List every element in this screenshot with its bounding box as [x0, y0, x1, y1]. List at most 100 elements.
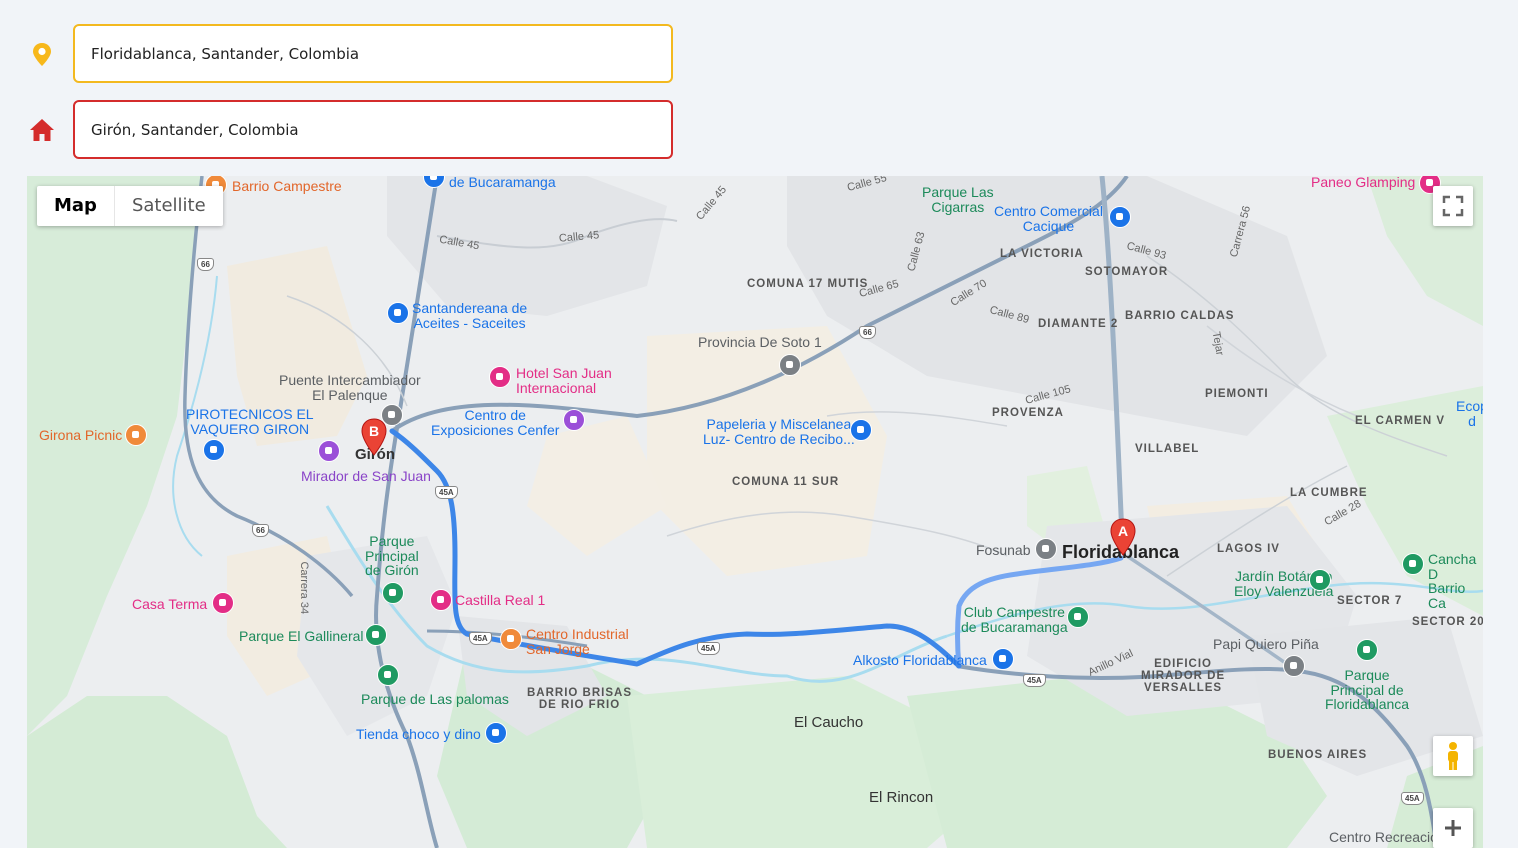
marker-b-label: B [368, 423, 380, 439]
route-marker-a[interactable]: A [1109, 518, 1137, 556]
poi-label-cc-cacique[interactable]: Centro Comercial Cacique [994, 204, 1103, 234]
cart-icon[interactable] [992, 648, 1014, 670]
museum-icon[interactable] [563, 409, 585, 431]
shopping-icon[interactable] [485, 722, 507, 744]
area-label: SECTOR 7 [1337, 595, 1403, 607]
hotel-icon[interactable] [430, 589, 452, 611]
street-label: Carrera 34 [298, 561, 311, 615]
highway-shield: 45A [435, 486, 458, 499]
fullscreen-button[interactable] [1433, 186, 1473, 226]
shopping-icon[interactable] [850, 419, 872, 441]
highway-shield: 45A [1023, 674, 1046, 687]
poi-label-parque-gallineral[interactable]: Parque El Gallineral [239, 629, 364, 644]
shopping-icon[interactable] [203, 439, 225, 461]
poi-label-puente-intercambiador[interactable]: Puente Intercambiador El Palenque [279, 373, 421, 403]
shopping-icon[interactable] [387, 302, 409, 324]
place-label-el-caucho: El Caucho [794, 714, 864, 731]
fullscreen-icon [1442, 195, 1464, 217]
park-icon[interactable] [365, 624, 387, 646]
area-label: BARRIO CALDAS [1125, 310, 1235, 322]
poi-label-tienda-choco[interactable]: Tienda choco y dino [356, 727, 481, 742]
restaurant-icon[interactable] [125, 424, 147, 446]
poi-label-restaurante[interactable]: Restaurante Barrio Campestre [232, 176, 342, 193]
map-base [27, 176, 1483, 848]
poi-label-de-bucaramanga[interactable]: de Bucaramanga [449, 176, 556, 190]
park-icon[interactable] [1356, 639, 1378, 661]
poi-label-parque-cigarras[interactable]: Parque Las Cigarras [922, 185, 994, 215]
home-icon [28, 116, 56, 144]
highway-shield: 45A [469, 632, 492, 645]
map-type-control: Map Satellite [37, 186, 223, 226]
area-label: BUENOS AIRES [1268, 749, 1368, 761]
area-label: BARRIO BRISAS DE RIO FRIO [527, 687, 633, 712]
garden-icon[interactable] [1309, 569, 1331, 591]
poi-label-girona-picnic[interactable]: Girona Picnic [39, 428, 122, 443]
poi-label-pirotecnicos[interactable]: PIROTECNICOS EL VAQUERO GIRON [186, 407, 314, 437]
highway-shield: 66 [252, 524, 269, 537]
area-label: LAGOS IV [1217, 543, 1280, 555]
area-label: COMUNA 17 MUTIS [747, 278, 869, 290]
poi-label-provincia-soto[interactable]: Provincia De Soto 1 [698, 335, 822, 350]
zoom-in-button[interactable] [1433, 808, 1473, 848]
area-label: PIEMONTI [1205, 388, 1269, 400]
destination-input[interactable] [73, 100, 673, 159]
area-label: PROVENZA [992, 407, 1064, 419]
destination-row [0, 100, 700, 160]
area-label: EDIFICIO MIRADOR DE VERSALLES [1141, 658, 1226, 695]
poi-label-parque-principal-flor[interactable]: Parque Principal de Floridablanca [1325, 668, 1409, 712]
hotel-icon[interactable] [489, 366, 511, 388]
bar-icon[interactable] [500, 628, 522, 650]
poi-label-club-campestre[interactable]: Club Campestre de Bucaramanga [961, 605, 1068, 635]
park-icon[interactable] [377, 664, 399, 686]
area-label: LA VICTORIA [1000, 248, 1084, 260]
map[interactable]: COMUNA 17 MUTIS COMUNA 11 SUR LA VICTORI… [27, 176, 1483, 848]
poi-label-fosunab[interactable]: Fosunab [976, 543, 1030, 558]
poi-label-santandereana[interactable]: Santandereana de Aceites - Saceites [412, 301, 527, 331]
golf-icon[interactable] [1067, 606, 1089, 628]
poi-label-ecop[interactable]: Ecop d [1456, 399, 1483, 429]
poi-label-centro-recreacion[interactable]: Centro Recreacio [1329, 830, 1438, 845]
poi-label-cancha[interactable]: Cancha D Barrio Ca [1428, 552, 1483, 611]
area-label: SOTOMAYOR [1085, 266, 1169, 278]
poi-label-paneo-glamping[interactable]: Paneo Glamping [1311, 176, 1415, 190]
poi-label-castilla-real[interactable]: Castilla Real 1 [455, 593, 545, 608]
poi-label-papeleria[interactable]: Papeleria y Miscelanea Luz- Centro de Re… [703, 417, 855, 447]
camera-icon[interactable] [318, 440, 340, 462]
location-pin-icon [28, 40, 56, 68]
landmark-icon[interactable] [1283, 655, 1305, 677]
hospital-icon[interactable] [1035, 538, 1057, 560]
park-icon[interactable] [382, 582, 404, 604]
highway-shield: 45A [697, 642, 720, 655]
map-type-satellite-button[interactable]: Satellite [113, 186, 223, 226]
poi-label-casa-terma[interactable]: Casa Terma [132, 597, 207, 612]
sports-icon[interactable] [1402, 553, 1424, 575]
poi-label-parque-palomas[interactable]: Parque de Las palomas [361, 692, 509, 707]
poi-label-hotel-san-juan[interactable]: Hotel San Juan Internacional [516, 366, 612, 396]
shopping-icon[interactable] [1109, 206, 1131, 228]
area-label: EL CARMEN V [1355, 415, 1446, 427]
origin-row [0, 24, 700, 84]
highway-shield: 45A [1401, 792, 1424, 805]
area-label: DIAMANTE 2 [1038, 318, 1119, 330]
highway-shield: 66 [859, 326, 876, 339]
plus-icon [1445, 820, 1461, 836]
street-view-pegman-button[interactable] [1433, 736, 1473, 776]
pegman-icon [1448, 742, 1458, 770]
poi-label-mirador-san-juan[interactable]: Mirador de San Juan [301, 469, 431, 484]
place-label-el-rincon: El Rincon [869, 789, 934, 806]
highway-shield: 66 [197, 258, 214, 271]
poi-label-parque-principal-giron[interactable]: Parque Principal de Girón [365, 534, 419, 578]
route-marker-b[interactable]: B [360, 418, 388, 456]
landmark-icon[interactable] [779, 354, 801, 376]
poi-label-centro-exposiciones[interactable]: Centro de Exposiciones Cenfer [431, 408, 559, 438]
area-label: VILLABEL [1135, 443, 1200, 455]
poi-label-alkosto[interactable]: Alkosto Floridablanca [853, 653, 987, 668]
poi-label-centro-industrial[interactable]: Centro Industrial San Jorge [526, 627, 629, 657]
hotel-icon[interactable] [212, 592, 234, 614]
origin-input[interactable] [73, 24, 673, 83]
area-label: SECTOR 20 [1412, 616, 1483, 628]
poi-label-papi-quiero[interactable]: Papi Quiero Piña [1213, 637, 1319, 652]
area-label: COMUNA 11 SUR [732, 476, 840, 488]
map-type-map-button[interactable]: Map [37, 186, 114, 226]
marker-a-label: A [1117, 523, 1129, 539]
